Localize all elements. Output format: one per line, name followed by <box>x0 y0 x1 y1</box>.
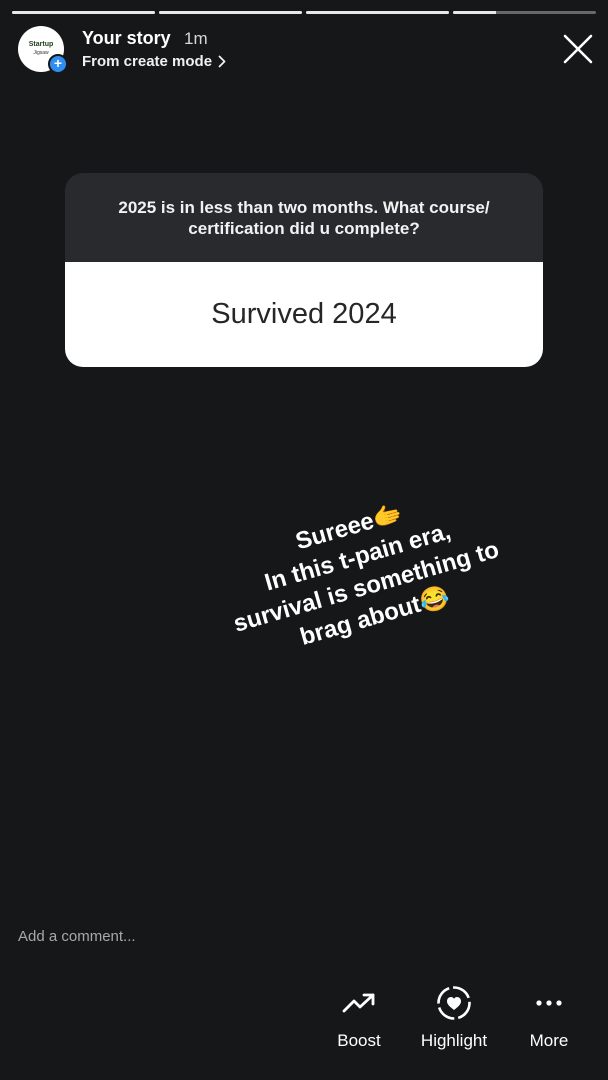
boost-label: Boost <box>337 1031 381 1050</box>
chevron-right-icon <box>218 55 226 68</box>
avatar-logo: Startup Jigsaw <box>29 41 54 57</box>
create-mode-label: From create mode <box>82 53 213 70</box>
more-button[interactable]: More <box>527 985 571 1051</box>
story-caption: Sureee🫱 In this t-pain era, survival is … <box>230 499 503 651</box>
progress-segment <box>306 11 449 14</box>
progress-fill <box>306 11 449 14</box>
question-text: 2025 is in less than two months. What co… <box>65 173 543 262</box>
story-timestamp: 1m <box>184 29 208 48</box>
answer-text: Survived 2024 <box>65 262 543 367</box>
avatar-logo-subtext: Jigsaw <box>33 50 49 56</box>
progress-fill <box>453 11 496 14</box>
question-sticker[interactable]: 2025 is in less than two months. What co… <box>65 173 543 367</box>
heart-circle-icon <box>436 985 472 1021</box>
trending-up-icon <box>341 985 377 1021</box>
progress-segment <box>453 11 596 14</box>
more-dots-icon <box>531 985 567 1021</box>
plus-icon[interactable]: + <box>48 54 68 74</box>
progress-segment <box>159 11 302 14</box>
close-icon <box>563 34 593 64</box>
story-title[interactable]: Your story <box>82 28 171 49</box>
avatar[interactable]: Startup Jigsaw + <box>18 26 68 74</box>
boost-button[interactable]: Boost <box>336 985 382 1051</box>
close-button[interactable] <box>562 33 594 65</box>
create-mode-link[interactable]: From create mode <box>82 53 226 70</box>
avatar-logo-text: Startup <box>28 41 54 48</box>
comment-input[interactable]: Add a comment... <box>18 928 278 950</box>
story-actions: Boost Highlight More <box>0 985 608 1055</box>
progress-fill <box>12 11 155 14</box>
highlight-button[interactable]: Highlight <box>417 985 491 1051</box>
highlight-label: Highlight <box>420 1031 488 1050</box>
progress-segment <box>12 11 155 14</box>
more-label: More <box>529 1031 569 1050</box>
story-progress-bar <box>12 11 596 14</box>
progress-fill <box>159 11 302 14</box>
